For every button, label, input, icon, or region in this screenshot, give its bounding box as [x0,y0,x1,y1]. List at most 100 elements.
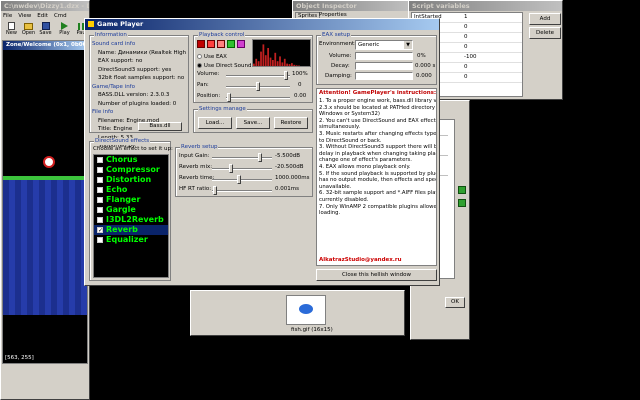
reverb-param-value: 1000.000ms [275,175,310,181]
information-group: Information Sound card info Name: Динами… [89,32,189,149]
menu-cmd[interactable]: Cmd [54,13,67,19]
close-window-button[interactable]: Close this hellish window [316,269,437,281]
checkbox-checked-icon[interactable]: ✓ [97,226,103,233]
effects-list[interactable]: Chorus Compressor Distortion Echo Flanger Gar… [93,154,169,278]
spectrum-bar [291,63,293,66]
bass-version: BASS.DLL version: 2.3.0.3 [98,92,170,98]
eax-volume-value: 0% [417,53,426,59]
use-direct-sound-label: Use Direct Sound [203,63,252,69]
game-player-window: Game Player Information Sound card info … [84,18,440,286]
editor-window: C:\nwdev\Dizzy1.dzx - Dizzy Quest Editor… [0,0,90,400]
reverb-param-slider[interactable] [237,175,242,184]
menu-edit[interactable]: Edit [37,13,48,19]
menu-view[interactable]: View [18,13,31,19]
volume-track[interactable] [226,75,290,77]
eax-setup-label: EAX setup [321,32,352,39]
spectrum-bar [269,57,272,66]
load-button[interactable]: Load... [198,117,232,129]
play-playback-button[interactable] [227,40,235,48]
save-settings-button[interactable]: Save... [236,117,270,129]
spectrum-display [252,39,311,67]
spectrum-bar [288,64,291,66]
checkbox-icon[interactable] [97,236,103,243]
reverb-param-track[interactable] [212,190,272,192]
image-canvas[interactable] [286,295,326,325]
spectrum-bar [267,48,270,66]
save-button[interactable]: Save [37,21,54,39]
checkbox-icon[interactable] [97,206,103,213]
pause-playback-button[interactable] [217,40,225,48]
spectrum-bars [253,44,300,66]
editor-titlebar: C:\nwdev\Dizzy1.dzx - Dizzy Quest Editor… [1,1,89,11]
open-button[interactable]: Open [20,21,37,39]
spectrum-bar [255,58,258,66]
effect-item-gargle[interactable]: Gargle [94,205,168,215]
eax-radio[interactable]: Use EAX [197,53,257,61]
playlist-icon[interactable] [237,40,245,48]
new-button[interactable]: New [3,21,20,39]
play-icon [61,22,68,30]
record-button[interactable] [197,40,205,48]
effect-item-chorus[interactable]: Chorus [94,155,168,165]
reverb-param-slider[interactable] [257,153,262,162]
effect-item-i3dl2reverb[interactable]: I3DL2Reverb [94,215,168,225]
green-arrow-icon[interactable] [458,186,466,194]
instructions-box[interactable]: Attention! GamePlayer's instructions: 1.… [316,88,437,266]
effect-item-reverb[interactable]: ✓ Reverb [94,225,168,235]
direct-sound-radio-icon [197,63,202,68]
effect-name: Reverb [106,225,138,234]
menu-file[interactable]: File [3,13,12,19]
spectrum-bar [272,60,274,66]
checkbox-icon[interactable] [97,166,103,173]
stop-button[interactable] [207,40,215,48]
settings-label: Settings manage [198,106,247,113]
instruction-line: 4. EAX allows mono playback only. [319,163,411,170]
bass-dll-button[interactable]: Bass.dll [138,122,182,131]
damping-field[interactable] [355,72,413,80]
green-arrow-icon[interactable] [458,199,466,207]
reverb-param-track[interactable] [212,179,272,181]
play-button[interactable]: Play [56,21,73,39]
play-label: Play [59,30,70,36]
pan-slider[interactable] [256,82,260,91]
checkbox-icon[interactable] [97,196,103,203]
effects-hint: Choose an effect to set it up: [93,146,173,152]
effect-item-distortion[interactable]: Distortion [94,175,168,185]
effect-item-echo[interactable]: Echo [94,185,168,195]
decay-field[interactable] [355,62,413,70]
position-track[interactable] [226,97,290,99]
delete-button[interactable]: Delete [529,27,561,39]
reverb-param-value: -20.500dB [275,164,304,170]
game-title-label: Game/Tape info [92,83,135,90]
file-info-label: File info [92,109,114,115]
effect-item-equalizer[interactable]: Equalizer [94,235,168,245]
environment-select[interactable]: Generic ▼ [355,40,413,50]
water-area [3,180,87,315]
restore-button[interactable]: Restore [274,117,308,129]
instruction-line: 3. Without DirectSound3 support there wi… [319,144,437,151]
effect-name: Equalizer [106,235,148,244]
spectrum-bar [257,61,260,66]
reverb-param-slider[interactable] [213,186,218,195]
position-slider[interactable] [227,93,232,102]
game-scene[interactable] [3,50,87,335]
effect-item-compressor[interactable]: Compressor [94,165,168,175]
checkbox-icon[interactable] [97,186,103,193]
instruction-line: change one of effect's parameters. [319,157,412,164]
checkbox-icon[interactable] [97,176,103,183]
effect-item-flanger[interactable]: Flanger [94,195,168,205]
effects-label: DirectSound effects [94,138,151,145]
checkbox-icon[interactable] [97,156,103,163]
add-button[interactable]: Add [529,13,561,25]
author-email: AlkatrazStudio@yandex.ru [319,257,402,263]
checkbox-icon[interactable] [97,216,103,223]
reverb-param-track[interactable] [212,168,272,170]
reverb-param-slider[interactable] [228,164,233,173]
eax-volume-field[interactable] [355,52,413,60]
reverb-param-track[interactable] [212,157,272,159]
float-support: 32bit float samples support: no [98,75,185,81]
volume-slider[interactable] [283,71,288,80]
variable-value: -100 [464,54,477,60]
spectrum-bar [293,64,296,66]
ok-button[interactable]: OK [445,297,465,308]
